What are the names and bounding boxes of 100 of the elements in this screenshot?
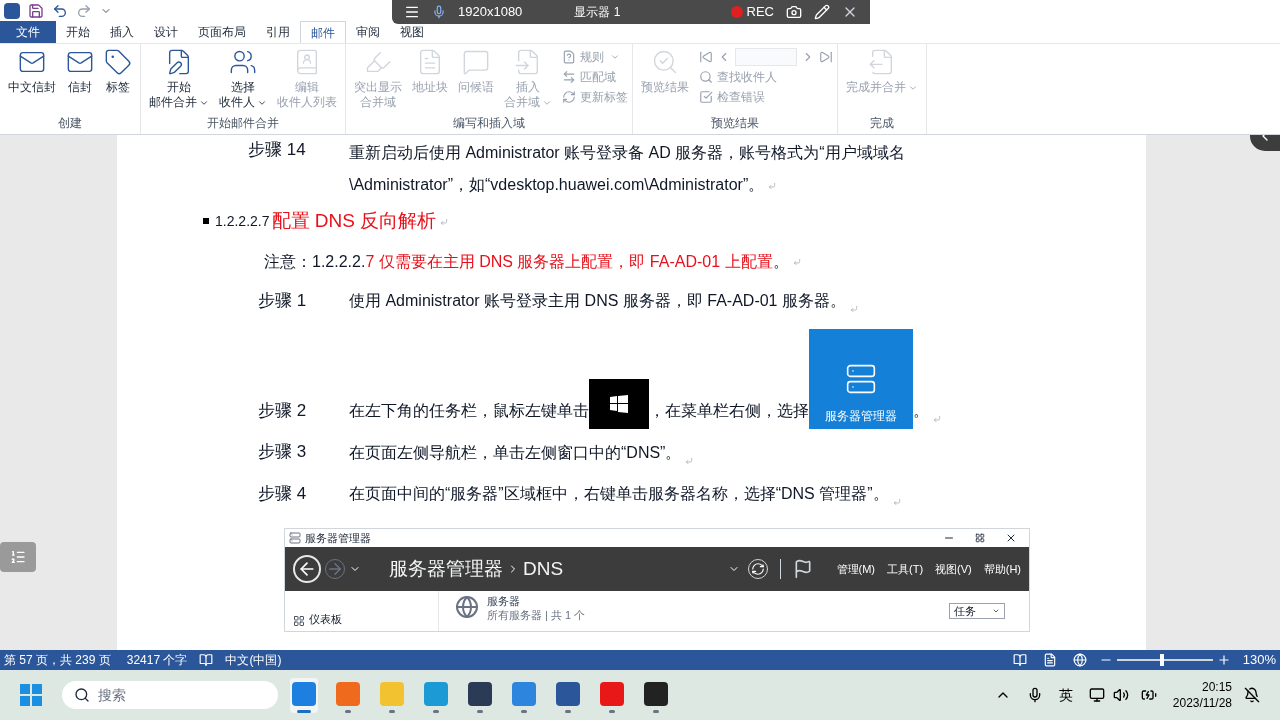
paragraph-mark-icon bbox=[440, 218, 449, 226]
read-mode-icon[interactable] bbox=[1012, 653, 1027, 667]
note-text: 注意：1.2.2.2.7 仅需要在主用 DNS 服务器上配置，即 FA-AD-01 上配置。 bbox=[264, 249, 1146, 274]
list-icon bbox=[10, 549, 26, 565]
back-icon bbox=[293, 555, 321, 583]
clock-time[interactable]: 20:15 bbox=[1201, 679, 1232, 695]
caret-icon bbox=[610, 52, 620, 62]
pen-icon[interactable] bbox=[814, 4, 830, 20]
ribbon-tab[interactable]: 审阅 bbox=[346, 21, 390, 43]
ribbon-tab[interactable]: 文件 bbox=[0, 21, 56, 43]
zoom-level[interactable]: 130% bbox=[1242, 650, 1276, 670]
ribbon-button[interactable]: 开始 邮件合并 bbox=[145, 48, 213, 110]
menu-item[interactable]: 管理(M) bbox=[836, 560, 875, 578]
paragraph-mark-icon bbox=[768, 181, 777, 190]
print-layout-icon[interactable] bbox=[1042, 653, 1057, 667]
ribbon-button-icon bbox=[651, 48, 679, 76]
menu-item[interactable]: 工具(T) bbox=[887, 560, 924, 578]
search-field[interactable]: 搜索 bbox=[62, 681, 278, 709]
ribbon-button-icon bbox=[104, 48, 132, 76]
ribbon-button[interactable]: 中文信封 bbox=[4, 48, 60, 95]
paragraph-mark-icon bbox=[892, 498, 901, 506]
ribbon-group-label: 开始邮件合并 bbox=[206, 115, 280, 132]
language-label[interactable]: 中文(中国) bbox=[225, 651, 282, 669]
ribbon-button-icon bbox=[699, 90, 713, 104]
search-icon bbox=[74, 687, 90, 703]
ribbon-button-icon bbox=[699, 70, 713, 84]
notification-icon[interactable] bbox=[1244, 687, 1260, 703]
zoom-slider[interactable] bbox=[1116, 654, 1213, 666]
page-count: 第 57 页，共 239 页 bbox=[4, 652, 111, 669]
paragraph-mark-icon bbox=[933, 415, 941, 423]
ribbon-button-icon bbox=[462, 48, 490, 76]
ime-indicator[interactable]: 英 bbox=[1058, 684, 1073, 706]
ribbon-tab[interactable]: 开始 bbox=[56, 21, 100, 43]
zoom-in-icon[interactable] bbox=[1216, 653, 1231, 667]
ribbon-button[interactable]: 选择 收件人 bbox=[215, 48, 271, 110]
word-count: 32417 个字 bbox=[126, 652, 188, 669]
breadcrumb-item: 服务器管理器 bbox=[389, 556, 503, 581]
ribbon-tab[interactable]: 视图 bbox=[390, 21, 434, 43]
ribbon-group-label: 完成 bbox=[869, 115, 895, 132]
ribbon-group-label: 创建 bbox=[57, 115, 83, 132]
display-label[interactable]: 显示器 1 bbox=[574, 3, 621, 21]
ribbon-button-icon bbox=[562, 50, 576, 64]
step-text: 在页面中间的“服务器”区域框中，右键单击服务器名称，选择“DNS 管理器”。 bbox=[349, 484, 889, 504]
app-icon bbox=[512, 681, 536, 706]
menu-icon[interactable] bbox=[404, 4, 420, 20]
zoom-thumb[interactable] bbox=[1159, 654, 1164, 666]
step-label: 步骤 2 bbox=[257, 399, 308, 422]
ribbon-group-label: 编写和插入域 bbox=[452, 115, 526, 132]
ribbon-tab[interactable]: 引用 bbox=[256, 21, 300, 43]
tasks-dropdown[interactable]: 任务 bbox=[949, 603, 1005, 619]
app-icon bbox=[292, 681, 316, 706]
section-subtitle: 所有服务器 | 共 1 个 bbox=[487, 608, 586, 623]
step-label: 步骤 3 bbox=[257, 441, 308, 463]
rec-label[interactable]: REC bbox=[746, 2, 774, 22]
ribbon-button-icon bbox=[562, 70, 576, 84]
ribbon-button[interactable]: 标签 bbox=[100, 48, 136, 95]
network-icon[interactable] bbox=[1088, 687, 1105, 703]
step-text: ，在菜单栏右侧，选择 bbox=[649, 401, 809, 421]
menu-item[interactable]: 帮助(H) bbox=[983, 560, 1021, 578]
volume-icon[interactable] bbox=[1112, 687, 1129, 703]
step-text: 重新启动后使用 Administrator 账号登录备 AD 服务器，账号格式为“用户域域名\Administrator”，如“vdesktop.huawei.com\Administrator”。 bbox=[349, 143, 906, 195]
battery-icon[interactable] bbox=[1140, 687, 1157, 703]
camera-icon[interactable] bbox=[786, 4, 802, 20]
clock-date[interactable]: 2023/11/28 bbox=[1172, 695, 1232, 711]
breadcrumb-item: DNS bbox=[523, 556, 564, 581]
ribbon-tab[interactable]: 设计 bbox=[144, 21, 188, 43]
undo-icon[interactable] bbox=[52, 3, 68, 19]
web-layout-icon[interactable] bbox=[1072, 653, 1087, 667]
step-text: 在页面左侧导航栏，单击左侧窗口中的“DNS”。 bbox=[349, 442, 682, 463]
nav-item[interactable]: 仪表板 bbox=[309, 610, 342, 627]
proofing-icon[interactable] bbox=[199, 653, 214, 667]
step-label: 步骤 1 bbox=[257, 289, 308, 312]
section-title: 服务器 bbox=[487, 595, 521, 609]
window-title: 服务器管理器 bbox=[305, 530, 371, 546]
ribbon-tab[interactable]: 邮件 bbox=[300, 21, 346, 43]
ribbon-group-label: 预览结果 bbox=[710, 115, 760, 132]
caret-icon bbox=[992, 607, 1000, 615]
paragraph-mark-icon bbox=[792, 258, 801, 267]
start-icon[interactable] bbox=[20, 684, 42, 706]
ribbon-button-icon bbox=[562, 90, 576, 104]
word-logo-icon bbox=[4, 3, 20, 19]
ribbon-button[interactable]: 信封 bbox=[62, 48, 98, 95]
save-icon[interactable] bbox=[28, 3, 44, 19]
bullet-icon bbox=[203, 218, 209, 225]
menu-item[interactable]: 视图(V) bbox=[935, 560, 972, 578]
outline-button[interactable] bbox=[0, 542, 36, 572]
windows-logo-icon bbox=[610, 395, 628, 413]
step-text: 。 bbox=[913, 401, 929, 421]
paragraph-mark-icon bbox=[685, 456, 694, 465]
heading-title: 配置 DNS 反向解析 bbox=[271, 207, 449, 236]
step-label: 步骤 14 bbox=[248, 139, 307, 161]
close-icon bbox=[1005, 532, 1017, 544]
ribbon-tab[interactable]: 插入 bbox=[100, 21, 144, 43]
step-label: 步骤 4 bbox=[257, 482, 308, 505]
tile-label: 服务器管理器 bbox=[825, 408, 897, 425]
paragraph-mark-icon bbox=[849, 305, 858, 313]
app-icon bbox=[289, 532, 301, 544]
ribbon-tab[interactable]: 页面布局 bbox=[188, 21, 256, 43]
step-text: 使用 Administrator 账号登录主用 DNS 服务器，即 FA-AD-01 服务器。 bbox=[349, 291, 846, 311]
resolution-label: 1920x1080 bbox=[458, 3, 523, 22]
